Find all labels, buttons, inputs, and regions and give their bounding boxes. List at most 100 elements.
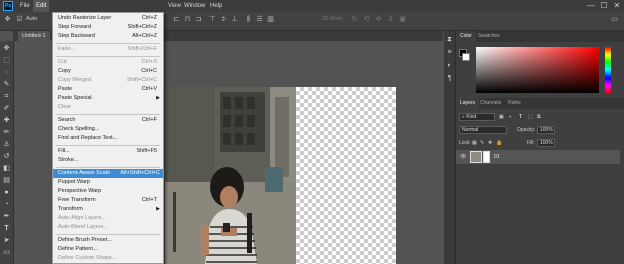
adjustments-icon[interactable]: ◐	[445, 61, 454, 70]
menu-item-search[interactable]: Search Ctrl+F	[53, 116, 163, 125]
crop-icon[interactable]: ⌗	[2, 92, 11, 101]
move-icon[interactable]: ✥	[2, 44, 11, 53]
tab-color[interactable]: Color	[456, 31, 476, 42]
marquee-icon[interactable]: ⬚	[2, 56, 11, 65]
color-picker-field[interactable]	[476, 47, 599, 93]
tab-channels[interactable]: Channels	[476, 98, 505, 109]
menu-item-step-backward[interactable]: Step Backward Alt+Ctrl+Z	[53, 32, 163, 41]
minimize-button[interactable]: —	[585, 0, 597, 12]
gradient-icon[interactable]: ▤	[2, 176, 11, 185]
eraser-icon[interactable]: ◧	[2, 164, 11, 173]
auto-align-icon[interactable]: ▥	[266, 15, 275, 24]
document-tab[interactable]: Untitled-1	[18, 31, 50, 41]
blur-icon[interactable]: ●	[2, 188, 11, 197]
foreground-color-swatch[interactable]	[462, 53, 470, 61]
checkbox-icon[interactable]: ☑	[15, 15, 24, 24]
close-button[interactable]: ✕	[611, 0, 623, 12]
fill-input[interactable]: 100%	[537, 139, 555, 147]
dodge-icon[interactable]: ◔	[2, 200, 11, 209]
menu-item-perspective-warp[interactable]: Perspective Warp	[53, 187, 163, 196]
layer-kind-filter[interactable]: ⌕ Kind	[459, 113, 495, 121]
menu-separator	[56, 43, 160, 44]
menu-item-content-aware-scale[interactable]: Content-Aware Scale Alt+Shift+Ctrl+C	[53, 169, 163, 178]
menu-item-transform[interactable]: Transform ▶	[53, 205, 163, 214]
visibility-eye-icon[interactable]: 👁	[460, 153, 466, 161]
type-icon[interactable]: T	[2, 224, 11, 233]
align-right-icon[interactable]: ⊐	[194, 15, 203, 24]
history-icon[interactable]: ⧗	[445, 35, 454, 44]
3d-roll-icon[interactable]: ⟲	[362, 15, 371, 24]
lock-transparent-icon[interactable]: ▦	[472, 139, 477, 147]
menu-item-label: Paste Special	[58, 95, 92, 101]
distribute-vertical-icon[interactable]: ☰	[255, 15, 264, 24]
menu-item-fill[interactable]: Fill... Shift+F5	[53, 147, 163, 156]
tab-paths[interactable]: Paths	[504, 98, 525, 109]
history-brush-icon[interactable]: ↺	[2, 152, 11, 161]
paragraph-icon[interactable]: ¶	[445, 74, 454, 83]
menu-item-check-spelling[interactable]: Check Spelling...	[53, 125, 163, 134]
opacity-input[interactable]: 100%	[537, 126, 555, 134]
menu-window[interactable]: Window	[181, 0, 208, 12]
3d-mode-label: 3D Mode:	[322, 16, 344, 22]
menu-item-undo[interactable]: Undo Rasterize Layer Ctrl+Z	[53, 14, 163, 23]
distribute-top-icon[interactable]: ⊤	[208, 15, 217, 24]
brush-icon[interactable]: ✏	[2, 128, 11, 137]
properties-icon[interactable]: ≡	[445, 48, 454, 57]
filter-smart-object-icon[interactable]: ⧉	[537, 113, 541, 121]
quick-select-icon[interactable]: ✎	[2, 80, 11, 89]
eyedropper-icon[interactable]: ✐	[2, 104, 11, 113]
menu-item-define-custom-shape: Define Custom Shape...	[53, 254, 163, 263]
blend-mode-select[interactable]: Normal	[459, 126, 507, 134]
menu-item-shortcut: Alt+Shift+Ctrl+C	[120, 170, 160, 176]
menu-item-label: Define Custom Shape...	[58, 255, 117, 261]
menu-item-stroke[interactable]: Stroke...	[53, 156, 163, 165]
menu-item-paste[interactable]: Paste Ctrl+V	[53, 85, 163, 94]
filter-type-icon[interactable]: T	[519, 113, 522, 121]
lock-position-icon[interactable]: ✥	[488, 139, 492, 147]
menu-item-find-replace[interactable]: Find and Replace Text...	[53, 134, 163, 143]
menu-item-label: Check Spelling...	[58, 126, 100, 132]
filter-shape-icon[interactable]: ⬚	[528, 113, 533, 121]
workspace-icon[interactable]: ▭	[610, 15, 619, 24]
3d-scale-icon[interactable]: ▣	[398, 15, 407, 24]
photoshop-logo: Ps	[3, 1, 13, 11]
lock-image-icon[interactable]: ✎	[480, 139, 484, 147]
menu-item-puppet-warp[interactable]: Puppet Warp	[53, 178, 163, 187]
distribute-middle-icon[interactable]: ≑	[219, 15, 228, 24]
clone-stamp-icon[interactable]: ♙	[2, 140, 11, 149]
path-select-icon[interactable]: ➤	[2, 236, 11, 245]
canvas-photo[interactable]	[165, 87, 296, 264]
tab-swatches[interactable]: Swatches	[474, 31, 504, 42]
layer-name[interactable]: 01	[494, 153, 500, 161]
lock-all-icon[interactable]: 🔒	[496, 139, 502, 147]
maximize-button[interactable]: ☐	[598, 0, 610, 12]
pen-icon[interactable]: ✒	[2, 212, 11, 221]
menu-item-define-pattern[interactable]: Define Pattern...	[53, 245, 163, 254]
menu-item-define-brush[interactable]: Define Brush Preset...	[53, 236, 163, 245]
menu-item-shortcut: Ctrl+V	[141, 86, 157, 92]
rectangle-icon[interactable]: ▭	[2, 248, 11, 257]
transparent-canvas-area[interactable]	[296, 87, 396, 264]
menu-edit[interactable]: Edit	[33, 0, 50, 12]
menu-separator	[56, 145, 160, 146]
distribute-horizontal-icon[interactable]: ⫼	[244, 15, 253, 24]
healing-icon[interactable]: ✚	[2, 116, 11, 125]
menu-item-free-transform[interactable]: Free Transform Ctrl+T	[53, 196, 163, 205]
menu-item-copy[interactable]: Copy Ctrl+C	[53, 67, 163, 76]
align-left-icon[interactable]: ⊏	[172, 15, 181, 24]
3d-rotate-icon[interactable]: ↻	[350, 15, 359, 24]
menu-file[interactable]: File	[17, 0, 33, 12]
3d-pan-icon[interactable]: ✣	[374, 15, 383, 24]
filter-pixel-icon[interactable]: ▣	[499, 113, 504, 121]
menu-help[interactable]: Help	[207, 0, 225, 12]
menu-item-step-forward[interactable]: Step Forward Shift+Ctrl+Z	[53, 23, 163, 32]
3d-slide-icon[interactable]: ⇕	[386, 15, 395, 24]
align-center-icon[interactable]: ⊓	[183, 15, 192, 24]
distribute-bottom-icon[interactable]: ⊥	[230, 15, 239, 24]
lasso-icon[interactable]: ◌	[2, 68, 11, 77]
move-tool-icon[interactable]: ✥	[3, 15, 12, 24]
menu-item-paste-special[interactable]: Paste Special ▶	[53, 94, 163, 103]
filter-adjustment-icon[interactable]: ◐	[509, 113, 512, 121]
hue-slider[interactable]	[605, 47, 611, 93]
menu-item-label: Perspective Warp	[58, 188, 102, 194]
